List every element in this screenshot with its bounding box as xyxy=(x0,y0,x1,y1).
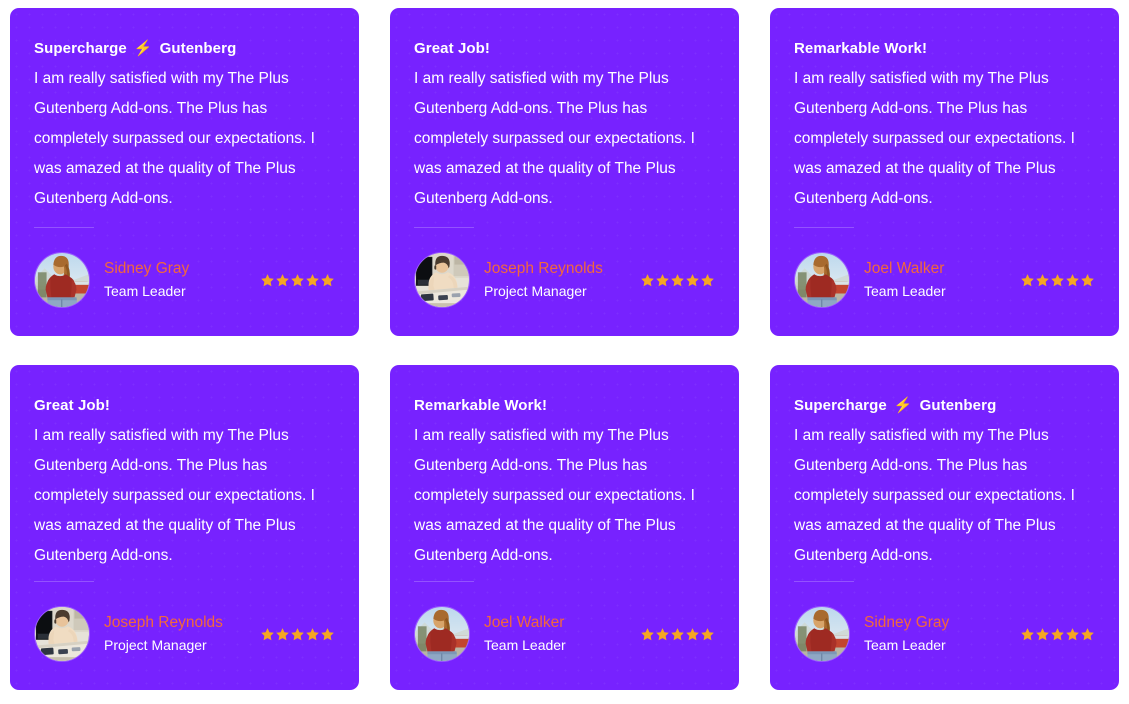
avatar xyxy=(34,252,90,308)
star-icon xyxy=(320,273,335,288)
testimonial-title-prefix: Supercharge xyxy=(794,397,887,414)
star-icon xyxy=(1050,273,1065,288)
lightning-bolt-icon: ⚡ xyxy=(133,40,153,57)
author-meta: Sidney Gray Team Leader xyxy=(104,258,189,302)
star-icon xyxy=(290,627,305,642)
testimonial-title: Supercharge ⚡ Gutenberg xyxy=(794,393,1095,419)
author-row: Joel Walker Team Leader xyxy=(794,228,1095,336)
star-icon xyxy=(670,273,685,288)
avatar xyxy=(794,252,850,308)
star-icon xyxy=(1035,273,1050,288)
star-icon xyxy=(655,627,670,642)
author-row: Joseph Reynolds Project Manager xyxy=(34,582,335,690)
testimonial-title-prefix: Great Job! xyxy=(34,397,111,414)
author-role: Team Leader xyxy=(864,637,946,653)
star-icon xyxy=(305,627,320,642)
author-role: Project Manager xyxy=(484,283,587,299)
testimonial-title: Great Job! xyxy=(414,36,715,62)
author-name: Joseph Reynolds xyxy=(484,260,603,277)
author-row: Sidney Gray Team Leader xyxy=(794,582,1095,690)
author-meta: Joel Walker Team Leader xyxy=(864,258,946,302)
rating-stars xyxy=(260,273,335,288)
lightning-bolt-icon: ⚡ xyxy=(893,397,913,414)
star-icon xyxy=(1020,273,1035,288)
author-meta: Sidney Gray Team Leader xyxy=(864,612,949,656)
star-icon xyxy=(655,273,670,288)
star-icon xyxy=(260,627,275,642)
author-meta: Joel Walker Team Leader xyxy=(484,612,566,656)
testimonial-body: I am really satisfied with my The Plus G… xyxy=(414,70,695,207)
testimonial-body: I am really satisfied with my The Plus G… xyxy=(34,427,315,564)
testimonial-card: Great Job! I am really satisfied with my … xyxy=(10,365,359,690)
star-icon xyxy=(1065,627,1080,642)
star-icon xyxy=(290,273,305,288)
author-name: Joseph Reynolds xyxy=(104,614,223,631)
star-icon xyxy=(1080,627,1095,642)
author-role: Team Leader xyxy=(104,283,186,299)
author-row: Sidney Gray Team Leader xyxy=(34,228,335,336)
star-icon xyxy=(320,627,335,642)
author-row: Joel Walker Team Leader xyxy=(414,582,715,690)
testimonial-title: Remarkable Work! xyxy=(414,393,715,419)
testimonial-title: Supercharge ⚡ Gutenberg xyxy=(34,36,335,62)
star-icon xyxy=(700,627,715,642)
testimonial-card: Remarkable Work! I am really satisfied wi… xyxy=(390,365,739,690)
testimonial-title-prefix: Supercharge xyxy=(34,40,127,57)
testimonial-title-prefix: Remarkable Work! xyxy=(794,40,928,57)
star-icon xyxy=(640,273,655,288)
testimonial-body: I am really satisfied with my The Plus G… xyxy=(794,70,1075,207)
author-name: Joel Walker xyxy=(484,614,565,631)
testimonial-card: Remarkable Work! I am really satisfied wi… xyxy=(770,8,1119,336)
rating-stars xyxy=(1020,627,1095,642)
star-icon xyxy=(1050,627,1065,642)
star-icon xyxy=(1065,273,1080,288)
testimonial-title-prefix: Great Job! xyxy=(414,40,491,57)
author-meta: Joseph Reynolds Project Manager xyxy=(484,258,603,302)
star-icon xyxy=(1080,273,1095,288)
star-icon xyxy=(685,627,700,642)
author-meta: Joseph Reynolds Project Manager xyxy=(104,612,223,656)
author-role: Project Manager xyxy=(104,637,207,653)
testimonial-grid: Supercharge ⚡ Gutenberg I am really satisfi… xyxy=(0,0,1129,704)
author-row: Joseph Reynolds Project Manager xyxy=(414,228,715,336)
testimonial-title-suffix: Gutenberg xyxy=(159,40,237,57)
star-icon xyxy=(275,627,290,642)
testimonial-body: I am really satisfied with my The Plus G… xyxy=(794,427,1075,564)
star-icon xyxy=(1020,627,1035,642)
star-icon xyxy=(1035,627,1050,642)
author-name: Sidney Gray xyxy=(104,260,190,277)
avatar xyxy=(414,606,470,662)
testimonial-title-suffix: Gutenberg xyxy=(919,397,997,414)
testimonial-title-prefix: Remarkable Work! xyxy=(414,397,548,414)
author-role: Team Leader xyxy=(864,283,946,299)
testimonial-title: Remarkable Work! xyxy=(794,36,1095,62)
testimonial-card: Great Job! I am really satisfied with my … xyxy=(390,8,739,336)
rating-stars xyxy=(1020,273,1095,288)
star-icon xyxy=(700,273,715,288)
author-name: Joel Walker xyxy=(864,260,945,277)
author-name: Sidney Gray xyxy=(864,614,950,631)
avatar xyxy=(414,252,470,308)
rating-stars xyxy=(260,627,335,642)
testimonial-card: Supercharge ⚡ Gutenberg I am really satisfi… xyxy=(770,365,1119,690)
star-icon xyxy=(305,273,320,288)
star-icon xyxy=(670,627,685,642)
author-role: Team Leader xyxy=(484,637,566,653)
testimonial-body: I am really satisfied with my The Plus G… xyxy=(34,70,315,207)
star-icon xyxy=(640,627,655,642)
star-icon xyxy=(260,273,275,288)
rating-stars xyxy=(640,273,715,288)
testimonial-body: I am really satisfied with my The Plus G… xyxy=(414,427,695,564)
testimonial-title: Great Job! xyxy=(34,393,335,419)
testimonial-card: Supercharge ⚡ Gutenberg I am really satisfi… xyxy=(10,8,359,336)
avatar xyxy=(794,606,850,662)
rating-stars xyxy=(640,627,715,642)
star-icon xyxy=(275,273,290,288)
star-icon xyxy=(685,273,700,288)
avatar xyxy=(34,606,90,662)
